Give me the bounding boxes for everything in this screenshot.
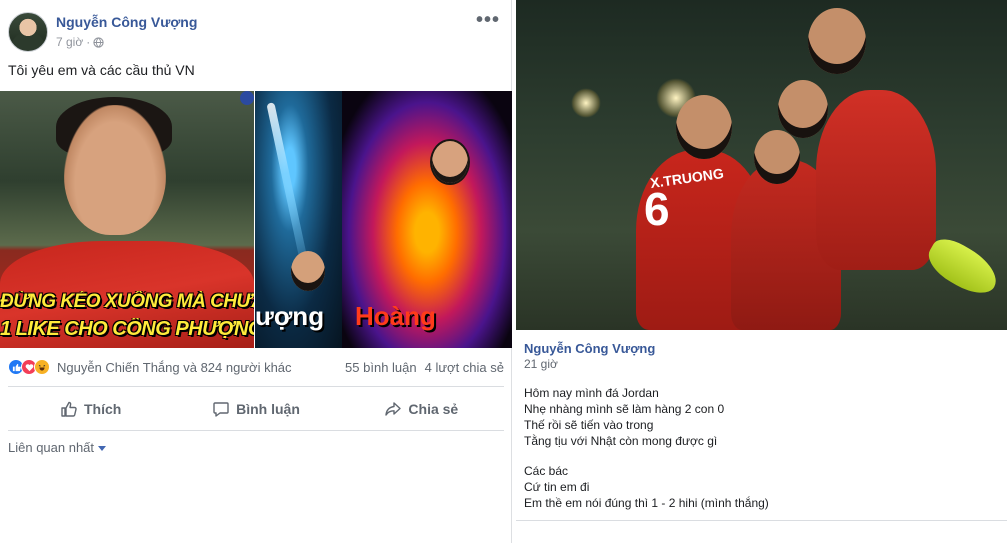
team-celebration-photo[interactable]: X.TRUONG 6 xyxy=(516,0,1007,330)
sort-comments-dropdown[interactable]: Liên quan nhất xyxy=(8,440,107,455)
sort-label: Liên quan nhất xyxy=(8,440,95,455)
reaction-icons[interactable] xyxy=(8,359,50,375)
poem-line: Các bác xyxy=(524,464,569,478)
photo-caption-line-1: ĐỪNG KÉO XUỐNG MÀ CHƯA ĐỂ LẠI xyxy=(0,291,254,312)
poem-line: Thế rồi sẽ tiến vào trong xyxy=(524,418,654,432)
share-label: Chia sẻ xyxy=(408,401,459,417)
divider xyxy=(8,430,504,431)
comments-count[interactable]: 55 bình luận xyxy=(345,360,417,375)
reactors-text[interactable]: Nguyễn Chiến Thắng và 824 người khác xyxy=(57,360,345,375)
poem-line: Em thề em nói đúng thì 1 - 2 hihi (mình … xyxy=(524,496,769,510)
right-post-body: Hôm nay mình đá Jordan Nhẹ nhàng mình sẽ… xyxy=(524,385,994,511)
poem-line: Cứ tin em đi xyxy=(524,480,590,494)
photo-grid: ĐỪNG KÉO XUỐNG MÀ CHƯA ĐỂ LẠI 1 LIKE CHO… xyxy=(0,91,512,348)
right-post-time[interactable]: 21 giờ xyxy=(524,357,558,371)
left-post: Nguyễn Công Vượng 7 giờ · ••• Tôi yêu em… xyxy=(0,0,512,543)
share-icon xyxy=(385,402,402,416)
right-author-name[interactable]: Nguyễn Công Vượng xyxy=(524,341,655,356)
action-bar: Thích Bình luận Chia sẻ xyxy=(8,392,504,426)
photo-phoenix-collage[interactable]: ượng Hoàng xyxy=(255,91,512,348)
divider xyxy=(8,386,504,387)
comment-button[interactable]: Bình luận xyxy=(173,392,338,426)
shares-count[interactable]: 4 lượt chia sẻ xyxy=(425,360,504,375)
share-button[interactable]: Chia sẻ xyxy=(339,392,504,426)
photo-caption-line-2: 1 LIKE CHO CÔNG PHƯỢNG ! xyxy=(0,318,254,340)
comment-label: Bình luận xyxy=(236,401,300,417)
photo-name-right: Hoàng xyxy=(355,301,436,331)
post-text: Tôi yêu em và các cầu thủ VN xyxy=(8,62,195,78)
caret-down-icon xyxy=(98,446,107,451)
right-post: X.TRUONG 6 Nguyễn Công Vượng 21 giờ Hôm … xyxy=(516,0,1007,543)
comment-icon xyxy=(213,402,229,417)
like-label: Thích xyxy=(83,401,122,417)
haha-icon xyxy=(34,359,50,375)
jersey-number: 6 xyxy=(644,183,670,235)
photo-cong-phuong[interactable]: ĐỪNG KÉO XUỐNG MÀ CHƯA ĐỂ LẠI 1 LIKE CHO… xyxy=(0,91,254,348)
reaction-stats: Nguyễn Chiến Thắng và 824 người khác 55 … xyxy=(8,353,504,381)
avatar[interactable] xyxy=(8,12,48,52)
post-meta: 7 giờ · xyxy=(56,35,104,49)
photo-name-left: ượng xyxy=(255,301,325,331)
poem-line: Tằng tịu với Nhật còn mong được gì xyxy=(524,434,718,448)
more-options-button[interactable]: ••• xyxy=(476,10,500,30)
thumbs-up-icon xyxy=(61,401,77,417)
like-button[interactable]: Thích xyxy=(8,392,173,426)
poem-line: Nhẹ nhàng mình sẽ làm hàng 2 con 0 xyxy=(524,402,725,416)
author-name[interactable]: Nguyễn Công Vượng xyxy=(56,14,197,30)
post-header: Nguyễn Công Vượng 7 giờ · ••• xyxy=(0,0,512,60)
divider xyxy=(516,520,1007,521)
poem-line: Hôm nay mình đá Jordan xyxy=(524,386,659,400)
globe-icon xyxy=(93,36,104,48)
post-time[interactable]: 7 giờ xyxy=(56,35,83,49)
